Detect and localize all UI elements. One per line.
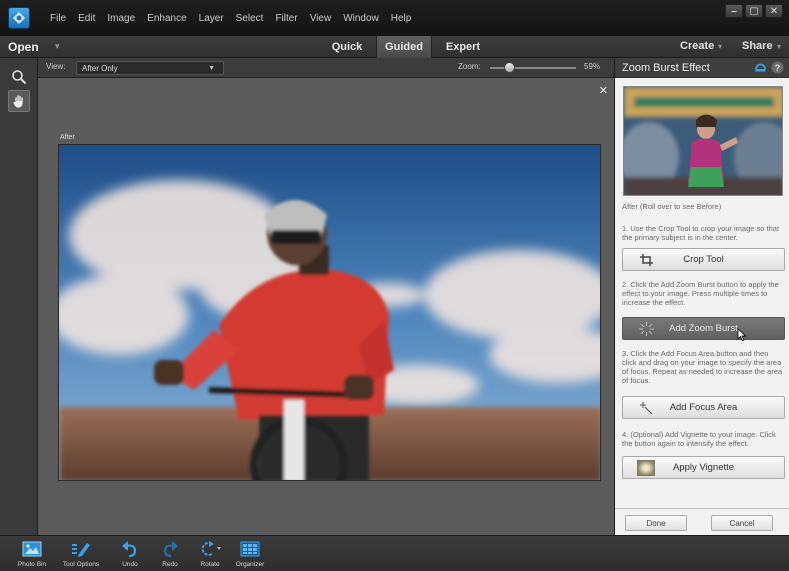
organizer-label: Organizer <box>235 561 265 568</box>
zoom-tool-icon[interactable] <box>8 66 30 88</box>
svg-text:?: ? <box>775 63 781 73</box>
create-menu[interactable]: Create <box>680 40 714 52</box>
photo-bin-icon <box>8 539 56 559</box>
menu-view[interactable]: View <box>304 13 338 24</box>
canvas-area[interactable]: ✕ After <box>38 78 614 535</box>
step3-text: 3. Click the Add Focus Area button and t… <box>622 349 783 385</box>
crop-tool-label: Crop Tool <box>683 254 724 265</box>
mode-bar: Open ▾ Quick Guided Expert Create ▾ Shar… <box>0 36 789 58</box>
options-bar: View: After Only ▼ Zoom: 59% <box>38 58 614 78</box>
help-icon[interactable]: ? <box>771 61 784 77</box>
tool-options-icon <box>57 539 105 559</box>
zoom-slider-track[interactable] <box>490 67 576 69</box>
menu-edit[interactable]: Edit <box>72 13 101 24</box>
add-zoom-burst-label: Add Zoom Burst <box>669 323 738 334</box>
panel-body: After (Roll over to see Before) 1. Use t… <box>615 78 789 508</box>
photo-canvas[interactable] <box>58 144 601 481</box>
step1-text: 1. Use the Crop Tool to crop your image … <box>622 224 780 242</box>
bottom-taskbar: Photo Bin Tool Options Undo Redo Rotate … <box>0 535 789 571</box>
zoom-value: 59% <box>584 62 601 71</box>
view-select[interactable]: After Only ▼ <box>76 61 224 75</box>
chevron-down-icon: ▼ <box>208 65 215 72</box>
cancel-button[interactable]: Cancel <box>711 515 773 531</box>
zoom-label: Zoom: <box>458 62 481 71</box>
thumbnail-caption: After (Roll over to see Before) <box>622 202 722 211</box>
add-zoom-burst-button[interactable]: Add Zoom Burst <box>622 317 785 342</box>
add-focus-area-button[interactable]: Add Focus Area <box>622 396 785 419</box>
view-select-value: After Only <box>82 64 118 73</box>
after-label: After <box>60 134 75 141</box>
menu-help[interactable]: Help <box>385 13 418 24</box>
close-window-button[interactable]: ✕ <box>765 4 783 18</box>
organizer-icon <box>226 539 274 559</box>
step4-text: 4. (Optional) Add Vignette to your image… <box>622 430 776 448</box>
done-button[interactable]: Done <box>625 515 687 531</box>
menu-bar: File Edit Image Enhance Layer Select Fil… <box>44 13 417 24</box>
close-document-icon[interactable]: ✕ <box>599 84 608 97</box>
hand-tool-icon[interactable] <box>8 90 30 112</box>
apply-vignette-button[interactable]: Apply Vignette <box>622 456 785 479</box>
tool-options-label: Tool Options <box>62 561 100 568</box>
zoom-burst-icon <box>639 322 654 336</box>
crop-tool-button[interactable]: Crop Tool <box>622 248 785 271</box>
crop-icon <box>639 253 654 267</box>
restore-button[interactable]: ▢ <box>745 4 763 18</box>
menu-enhance[interactable]: Enhance <box>141 13 192 24</box>
window-controls: – ▢ ✕ <box>725 4 783 18</box>
view-label: View: <box>46 62 66 71</box>
reset-icon[interactable] <box>754 61 767 77</box>
before-after-thumbnail[interactable] <box>623 86 783 196</box>
panel-header: Zoom Burst Effect ? <box>615 58 789 78</box>
tab-quick[interactable]: Quick <box>320 36 374 58</box>
create-dropdown-icon[interactable]: ▾ <box>718 42 722 51</box>
panel-footer: Done Cancel <box>615 508 789 535</box>
share-dropdown-icon[interactable]: ▾ <box>777 42 781 51</box>
tool-options-button[interactable]: Tool Options <box>57 539 105 568</box>
focus-area-icon <box>639 401 654 415</box>
menu-window[interactable]: Window <box>337 13 385 24</box>
organizer-button[interactable]: Organizer <box>226 539 274 568</box>
menu-image[interactable]: Image <box>101 13 141 24</box>
mouse-cursor-icon <box>737 328 747 344</box>
minimize-button[interactable]: – <box>725 4 743 18</box>
photo-bin-label: Photo Bin <box>17 561 47 568</box>
title-bar: File Edit Image Enhance Layer Select Fil… <box>0 0 789 36</box>
add-focus-area-label: Add Focus Area <box>669 402 738 413</box>
menu-filter[interactable]: Filter <box>269 13 303 24</box>
app-logo-icon[interactable] <box>8 7 30 29</box>
tab-expert[interactable]: Expert <box>434 36 492 58</box>
vignette-icon <box>637 460 655 476</box>
tab-guided[interactable]: Guided <box>376 36 432 58</box>
toolbox <box>0 58 38 535</box>
menu-file[interactable]: File <box>44 13 72 24</box>
share-menu[interactable]: Share <box>742 40 773 52</box>
menu-layer[interactable]: Layer <box>193 13 230 24</box>
guided-panel: Zoom Burst Effect ? After (Roll over to … <box>614 58 789 535</box>
apply-vignette-label: Apply Vignette <box>672 462 735 473</box>
open-button[interactable]: Open <box>8 40 39 54</box>
step2-text: 2. Click the Add Zoom Burst button to ap… <box>622 280 779 307</box>
panel-title: Zoom Burst Effect <box>622 62 710 74</box>
photo-bin-button[interactable]: Photo Bin <box>8 539 56 568</box>
menu-select[interactable]: Select <box>230 13 270 24</box>
open-dropdown-icon[interactable]: ▾ <box>55 41 60 52</box>
zoom-slider-thumb[interactable] <box>504 62 515 73</box>
